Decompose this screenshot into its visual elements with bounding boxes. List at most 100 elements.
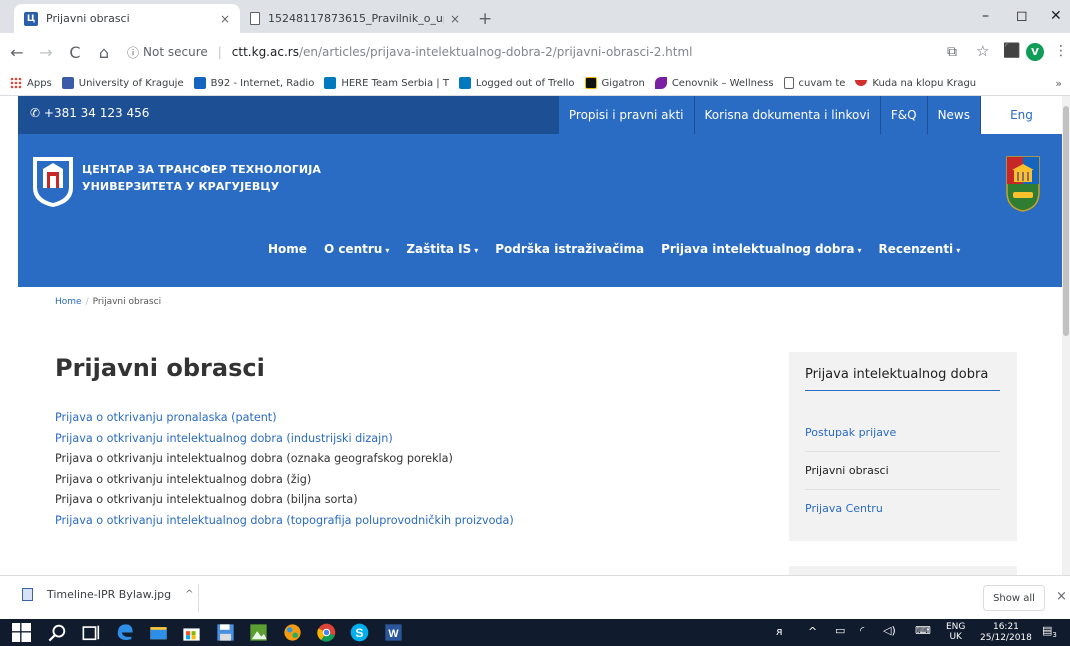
download-item[interactable]: Timeline-IPR Bylaw.jpg ^	[22, 588, 194, 601]
top-link-korisna-dokumenta[interactable]: Korisna dokumenta i linkovi	[693, 96, 880, 134]
center-name-line1: ЦЕНТАР ЗА ТРАНСФЕР ТЕХНОЛОГИЈА	[82, 163, 322, 176]
bookmark-gigatron[interactable]: Gigatron	[584, 77, 645, 89]
bookmark-here[interactable]: HERE Team Serbia | T	[324, 77, 449, 89]
tab-close-icon[interactable]: ×	[220, 12, 230, 26]
bookmark-label: cuvam te	[798, 77, 846, 89]
bookmark-kuda-na-klopu[interactable]: Kuda na klopu Kragu	[855, 78, 976, 89]
people-icon[interactable]: ᴙ	[776, 625, 783, 638]
main-navigation: Home O centru ▾ Zaštita IS ▾ Podrška istra…	[268, 242, 977, 256]
nav-home[interactable]: Home	[268, 242, 307, 256]
info-icon[interactable]: ⓘ	[127, 44, 139, 61]
windows-start-icon[interactable]	[12, 623, 31, 642]
pdf-extension-icon[interactable]: ⬛	[1003, 43, 1020, 59]
nav-o-centru[interactable]: O centru ▾	[324, 242, 389, 256]
bookmarks-overflow-button[interactable]: »	[1055, 77, 1062, 90]
breadcrumb-separator: /	[85, 297, 89, 307]
sidebar-heading: Prijava intelektualnog dobra	[805, 368, 1000, 391]
translate-icon[interactable]: ⧉	[947, 44, 957, 60]
url-host: ctt.kg.ac.rs	[231, 45, 299, 59]
download-shelf: Timeline-IPR Bylaw.jpg ^ Show all ×	[0, 575, 1070, 619]
task-view-icon[interactable]	[82, 623, 101, 642]
bookmark-university[interactable]: University of Kraguje	[61, 77, 184, 89]
word-icon[interactable]: W	[384, 623, 403, 642]
notifications-icon[interactable]: ▤3	[1042, 624, 1057, 639]
breadcrumb-home[interactable]: Home	[55, 297, 82, 307]
skype-icon[interactable]: S	[350, 623, 369, 642]
top-link-fq[interactable]: F&Q	[879, 96, 927, 134]
nav-label: Podrška istraživačima	[495, 242, 645, 256]
b92-icon	[193, 77, 206, 89]
browser-toolbar: ← → C ⌂ ⓘ Not secure | ctt.kg.ac.rs /en/…	[0, 33, 1070, 71]
keyboard-icon[interactable]: ⌨	[915, 624, 931, 637]
search-icon[interactable]	[48, 623, 67, 642]
battery-icon[interactable]: ▭	[835, 624, 845, 637]
show-all-downloads-button[interactable]: Show all	[983, 585, 1045, 611]
nav-zastita-is[interactable]: Zaštita IS ▾	[406, 242, 478, 256]
chrome-menu-icon[interactable]: ⋮	[1054, 43, 1068, 59]
image-file-icon	[22, 588, 33, 601]
tab-close-icon[interactable]: ×	[450, 12, 460, 26]
nav-podrska-istrazivacima[interactable]: Podrška istraživačima	[495, 242, 644, 256]
restaurant-icon	[855, 80, 868, 86]
sidebar-item-prijava-centru[interactable]: Prijava Centru	[805, 490, 1000, 528]
chrome-icon[interactable]	[317, 623, 336, 642]
bookmark-star-icon[interactable]: ☆	[976, 42, 989, 60]
trello-icon	[458, 77, 471, 89]
close-window-button[interactable]: ✕	[1050, 8, 1062, 24]
sidebar-item-postupak-prijave[interactable]: Postupak prijave	[805, 414, 1000, 452]
tab-strip: Ц Prijavni obrasci × 15248117873615_Prav…	[0, 0, 1070, 33]
phone-number[interactable]: ✆ +381 34 123 456	[30, 106, 149, 120]
new-tab-button[interactable]: +	[478, 9, 492, 29]
top-link-propisi[interactable]: Propisi i pravni akti	[557, 96, 694, 134]
ctt-logo-icon[interactable]	[32, 156, 74, 208]
tab-prijavni-obrasci[interactable]: Ц Prijavni obrasci ×	[14, 4, 240, 33]
scrollbar-thumb[interactable]	[1063, 106, 1069, 336]
edge-icon[interactable]	[115, 623, 134, 642]
save-disk-icon[interactable]	[216, 623, 235, 642]
nav-recenzenti[interactable]: Recenzenti ▾	[878, 242, 960, 256]
form-link-topografija[interactable]: Prijava o otkrivanju intelektualnog dobr…	[55, 511, 514, 532]
security-status: Not secure	[143, 45, 208, 59]
bookmark-b92[interactable]: B92 - Internet, Radio	[193, 77, 314, 89]
close-download-shelf-icon[interactable]: ×	[1056, 589, 1067, 604]
apps-grid-icon	[10, 77, 22, 89]
bookmark-apps[interactable]: Apps	[10, 77, 52, 89]
input-language[interactable]: ENG UK	[946, 622, 965, 642]
volume-icon[interactable]: ◁)	[883, 624, 896, 637]
bookmark-trello[interactable]: Logged out of Trello	[458, 77, 575, 89]
file-explorer-icon[interactable]	[149, 623, 168, 642]
nav-prijava-intelektualnog-dobra[interactable]: Prijava intelektualnog dobra ▾	[661, 242, 861, 256]
tab-pravilnik[interactable]: 15248117873615_Pravilnik_o_up ×	[240, 4, 470, 33]
maximize-button[interactable]: ◻	[1016, 8, 1028, 24]
language-region: UK	[949, 632, 962, 642]
profile-avatar[interactable]: V	[1026, 43, 1044, 61]
reload-button[interactable]: C	[63, 43, 87, 62]
system-clock[interactable]: 16:21 25/12/2018	[980, 622, 1032, 644]
nav-label: Prijava intelektualnog dobra	[661, 242, 855, 256]
download-options-icon[interactable]: ^	[185, 589, 193, 600]
store-icon[interactable]	[182, 623, 201, 642]
form-link-industrijski-dizajn[interactable]: Prijava o otkrivanju intelektualnog dobr…	[55, 429, 514, 450]
sidebar-item-prijavni-obrasci[interactable]: Prijavni obrasci	[805, 452, 1000, 490]
bookmark-cuvam-te[interactable]: cuvam te	[783, 77, 846, 89]
wifi-icon[interactable]: ◜	[860, 624, 864, 637]
address-separator: |	[217, 45, 222, 59]
caret-down-icon: ▾	[385, 246, 390, 255]
language-switch[interactable]: Eng	[980, 96, 1062, 134]
form-link-patent[interactable]: Prijava o otkrivanju pronalaska (patent)	[55, 408, 514, 429]
page-scrollbar[interactable]	[1062, 96, 1070, 575]
top-link-news[interactable]: News	[926, 96, 980, 134]
forward-button[interactable]: →	[34, 43, 58, 62]
home-button[interactable]: ⌂	[92, 43, 116, 62]
bookmark-cenovnik[interactable]: Cenovnik – Wellness	[654, 77, 774, 89]
back-button[interactable]: ←	[5, 43, 29, 62]
gallery-app-icon[interactable]	[249, 623, 268, 642]
clock-time: 16:21	[992, 622, 1019, 632]
address-bar[interactable]: ⓘ Not secure | ctt.kg.ac.rs /en/articles…	[127, 37, 927, 67]
web-page: ✆ +381 34 123 456 Propisi i pravni akti …	[0, 96, 1062, 575]
minimize-button[interactable]: –	[982, 8, 989, 24]
center-name[interactable]: ЦЕНТАР ЗА ТРАНСФЕР ТЕХНОЛОГИЈА УНИВЕРЗИТ…	[82, 161, 321, 195]
chevron-up-icon[interactable]: ^	[808, 625, 817, 638]
paint-app-icon[interactable]	[283, 623, 302, 642]
bookmark-label: HERE Team Serbia | T	[341, 77, 449, 89]
